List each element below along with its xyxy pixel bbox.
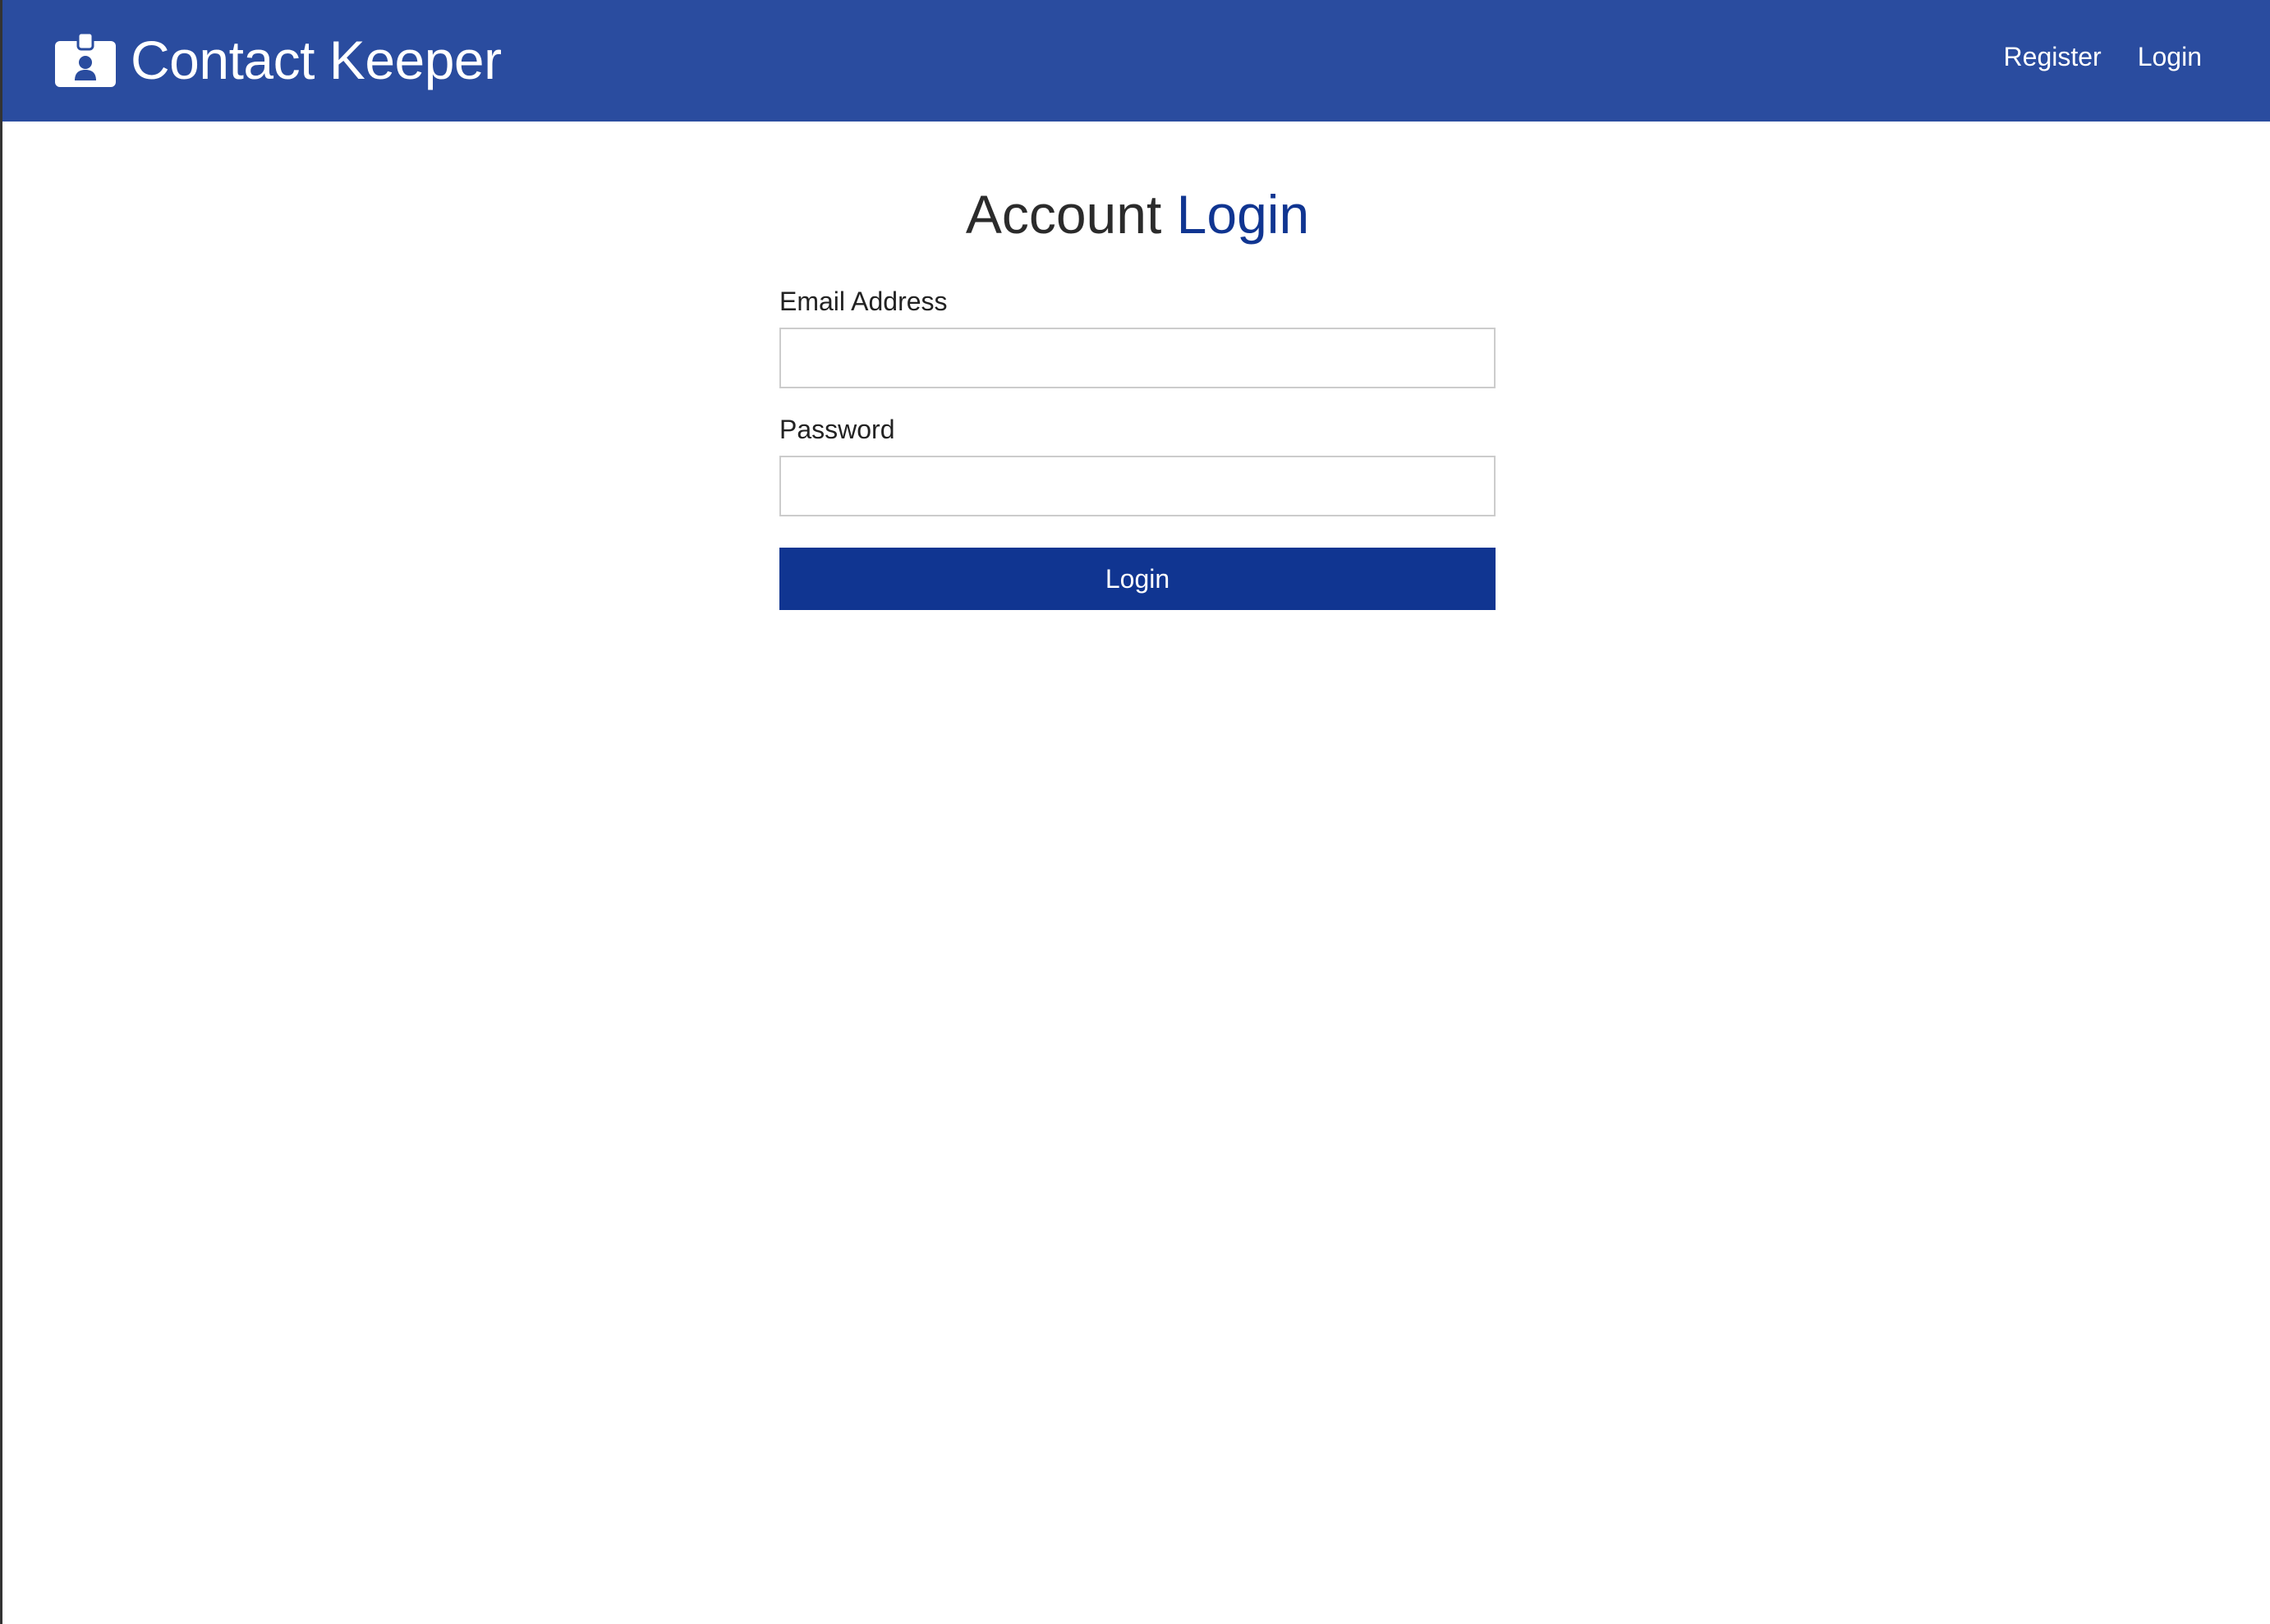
email-label: Email Address xyxy=(779,287,948,316)
email-group: Email Address xyxy=(779,285,1496,388)
navbar: Contact Keeper Register Login xyxy=(2,0,2270,122)
password-field[interactable] xyxy=(779,456,1496,516)
password-label: Password xyxy=(779,415,895,444)
login-form: Email Address Password Login xyxy=(779,285,1496,610)
id-badge-icon xyxy=(55,33,116,87)
page-title-accent: Login xyxy=(1176,184,1310,245)
login-button[interactable]: Login xyxy=(779,548,1496,610)
page-title-prefix: Account xyxy=(965,184,1162,245)
email-field[interactable] xyxy=(779,328,1496,388)
login-container: Account Login Email Address Password Log… xyxy=(779,177,1496,610)
page-frame: Contact Keeper Register Login Account Lo… xyxy=(0,0,2270,1624)
page-title: Account Login xyxy=(779,177,1496,252)
password-group: Password xyxy=(779,413,1496,516)
nav-login-link[interactable]: Login xyxy=(2138,41,2202,72)
brand[interactable]: Contact Keeper xyxy=(55,23,502,97)
nav-links: Register Login xyxy=(2004,41,2202,72)
nav-register-link[interactable]: Register xyxy=(2004,41,2102,72)
app-title: Contact Keeper xyxy=(131,30,502,90)
